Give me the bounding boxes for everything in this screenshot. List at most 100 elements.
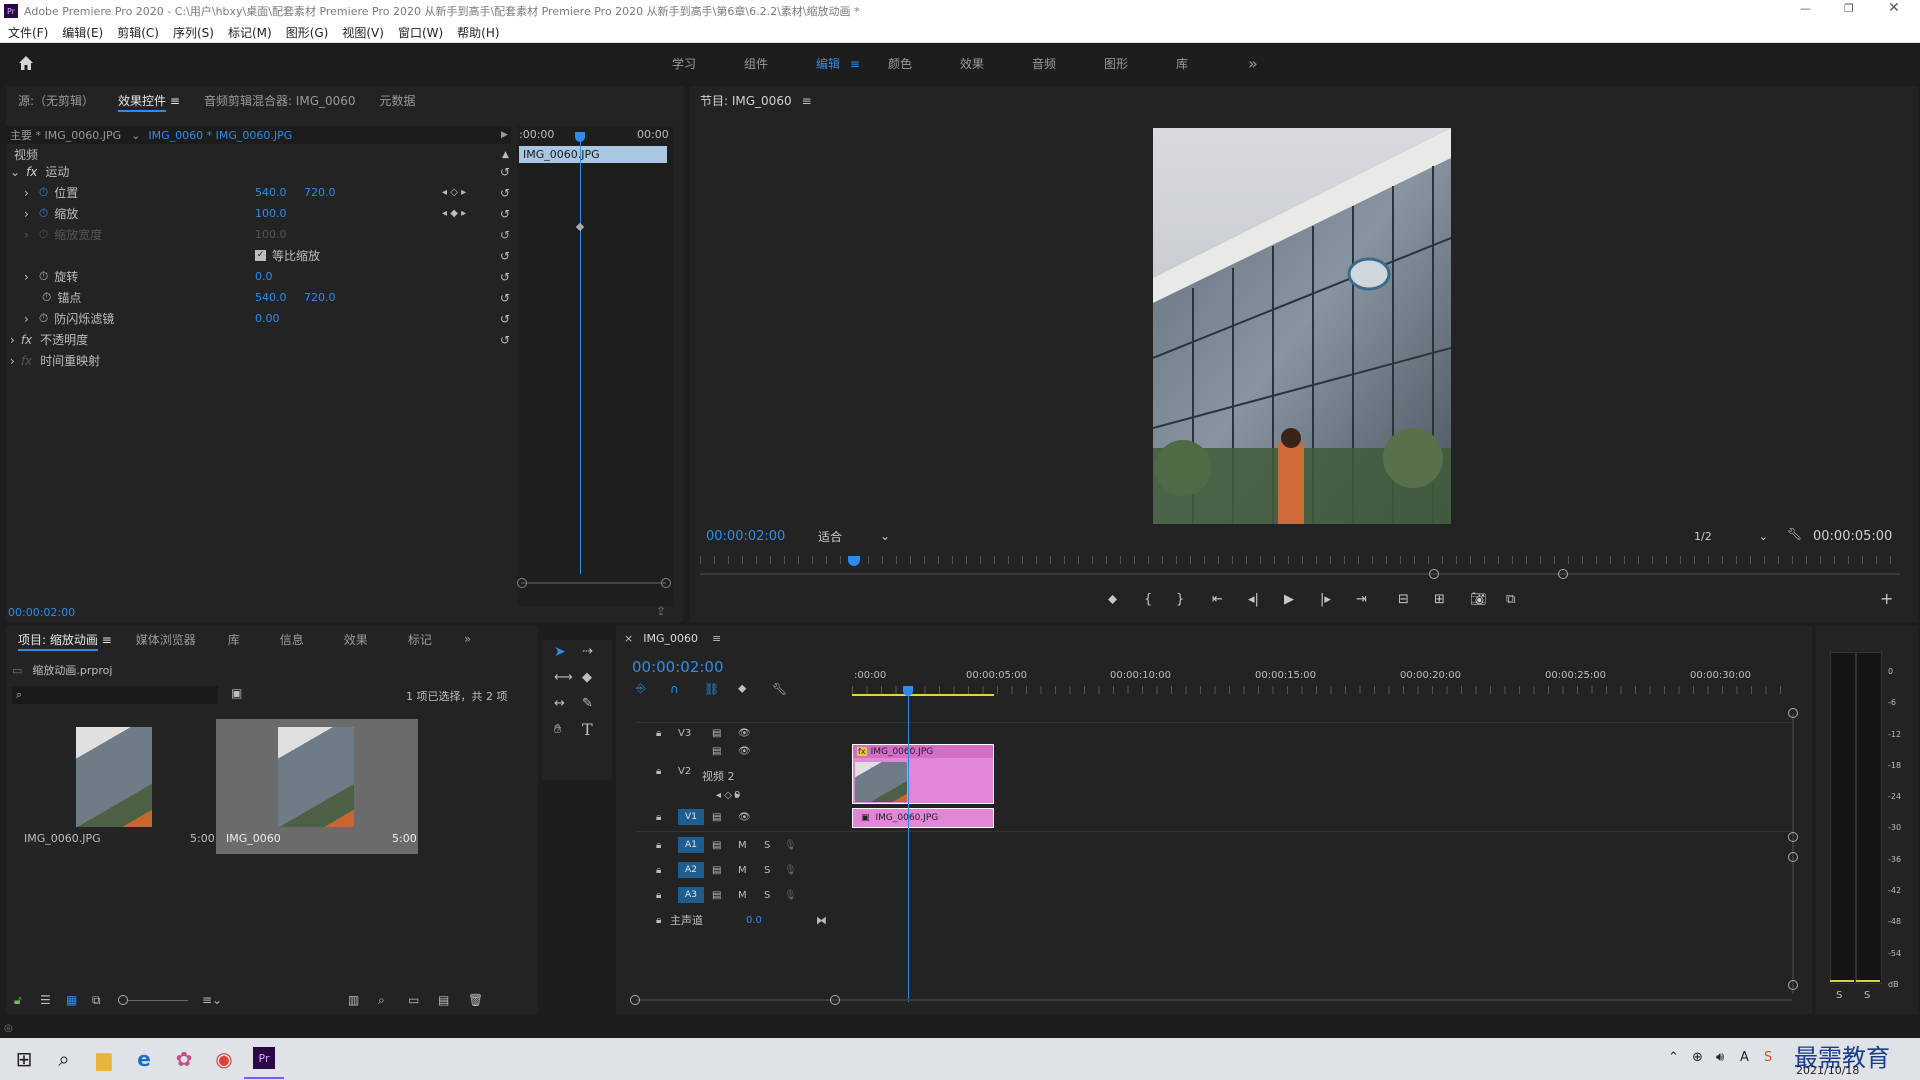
add-marker-icon[interactable]: ⬥ [1108,592,1144,607]
play-icon[interactable]: ▶ [1284,592,1320,607]
button-editor-plus-icon[interactable]: + [1880,589,1893,608]
pen-tool-icon[interactable]: ✎ [582,696,593,711]
workspace-editing[interactable]: 编辑 ≡ [804,55,876,72]
project-item-selected[interactable]: IMG_0060 5:00 [216,719,418,854]
reset-icon[interactable]: ↺ [500,228,510,242]
workspace-effects[interactable]: 效果 [948,55,1020,72]
h-scroll-handle[interactable] [830,995,840,1005]
status-indicator-icon[interactable]: ◎ [4,1023,13,1034]
delete-icon[interactable]: 🗑︎ [468,993,498,1007]
menu-edit[interactable]: 编辑(E) [62,24,103,41]
home-icon[interactable] [16,53,36,73]
mic-icon[interactable]: 🎙︎ [784,890,804,901]
track-target-a3[interactable]: A3 [678,887,704,903]
reset-icon[interactable]: ↺ [500,207,510,221]
windows-start-icon[interactable]: ⊞ [4,1039,44,1079]
tab-project[interactable]: 项目: 缩放动画 ≡ [6,631,124,651]
zoom-scrollbar[interactable] [521,582,666,584]
menu-clip[interactable]: 剪辑(C) [117,24,159,41]
mark-in-icon[interactable]: { [1144,592,1176,607]
v-scroll-handle[interactable] [1788,708,1798,718]
go-to-in-icon[interactable]: ⇤ [1212,592,1248,607]
keyframe-diamond-icon[interactable] [575,222,585,232]
menu-graphics[interactable]: 图形(G) [286,24,329,41]
solo-left-button[interactable]: S [1836,990,1842,1001]
sync-lock-icon[interactable]: ▤ [712,812,738,823]
panel-menu-icon[interactable]: ≡ [102,633,112,647]
panel-menu-icon[interactable]: ≡ [802,94,812,108]
show-hidden-icons-icon[interactable]: ⌃ [1668,1050,1692,1065]
reset-icon[interactable]: ↺ [500,312,510,326]
stopwatch-icon[interactable]: ⏱ [39,269,48,284]
resolution-dropdown[interactable]: 1/2 ⌄ [1688,528,1772,544]
app-icon[interactable]: ✿ [164,1039,204,1079]
file-explorer-icon[interactable]: ▆ [84,1039,124,1079]
icon-view-icon[interactable]: ▦ [66,993,92,1007]
stopwatch-icon[interactable]: ⏱ [39,206,48,221]
premiere-taskbar-icon[interactable]: Pr [244,1039,284,1079]
new-item-icon[interactable]: ▤ [438,993,468,1007]
mark-out-icon[interactable]: } [1176,592,1212,607]
mini-clip-bar[interactable]: IMG_0060.JPG [519,146,667,163]
menu-sequence[interactable]: 序列(S) [173,24,214,41]
fit-dropdown[interactable]: 适合 ⌄ [810,528,894,544]
expand-chevron-icon[interactable]: › [10,354,15,368]
v-scroll-handle[interactable] [1788,980,1798,990]
eye-icon[interactable]: 👁︎ [738,812,758,823]
reset-icon[interactable]: ↺ [500,291,510,305]
panel-menu-icon[interactable]: ≡ [170,94,180,108]
zoom-handle-left[interactable] [1429,569,1439,579]
reset-icon[interactable]: ↺ [500,270,510,284]
tab-info[interactable]: 信息 [260,631,324,648]
program-scrub-ruler[interactable] [700,556,1900,564]
reset-icon[interactable]: ↺ [500,186,510,200]
tab-markers[interactable]: 标记 [388,631,452,648]
lock-icon[interactable]: 🔒︎ [656,840,678,851]
tab-audio-clip-mixer[interactable]: 音频剪辑混合器: IMG_0060 [192,92,368,109]
type-tool-icon[interactable]: T [582,720,593,739]
chevron-down-icon[interactable]: ⌄ [131,129,140,142]
track-target-v1[interactable]: V1 [678,809,704,825]
effect-current-time[interactable]: 00:00:02:00 [8,606,75,619]
lock-icon[interactable]: 🔒︎ [656,728,678,739]
h-scroll-handle[interactable] [630,995,640,1005]
extract-icon[interactable]: ⊞ [1434,592,1470,607]
ripple-edit-tool-icon[interactable]: ⟷ [554,670,573,685]
go-to-out-icon[interactable]: ⇥ [1356,592,1398,607]
more-panels-icon[interactable]: » [452,632,483,646]
expand-chevron-icon[interactable]: › [10,333,15,347]
new-bin-icon[interactable]: ▭ [408,993,438,1007]
search-icon[interactable]: ⌕ [44,1039,84,1079]
time-remap-row[interactable]: › fx 时间重映射 [6,352,516,369]
expand-chevron-icon[interactable]: ⌄ [10,165,20,179]
go-to-end-icon[interactable]: ⧓ [816,914,827,927]
property-value-y[interactable]: 720.0 [304,186,336,199]
property-value-x[interactable]: 540.0 [255,186,287,199]
work-area-bar[interactable] [852,694,994,696]
keyframe-nav-icon[interactable]: ◂ ◇ ▸ [442,187,466,198]
hand-tool-icon[interactable]: ✋︎ [554,722,561,737]
lock-icon[interactable]: 🔒︎ [656,766,678,777]
uniform-scale-checkbox[interactable]: ✓ [255,250,266,261]
tab-effect-controls[interactable]: 效果控件 ≡ [106,92,192,112]
settings-wrench-icon[interactable]: 🔧︎ [1787,527,1802,541]
export-frame-icon[interactable]: ⇪ [656,604,666,618]
add-marker-icon[interactable]: ⬥ [738,681,772,696]
reset-icon[interactable]: ↺ [500,165,510,179]
slip-tool-icon[interactable]: ↔ [554,696,565,711]
lift-icon[interactable]: ⊟ [1398,592,1434,607]
property-value[interactable]: 0.0 [255,270,273,283]
workspace-more-button[interactable]: » [1236,54,1270,73]
zoom-slider[interactable] [118,995,188,1005]
track-label[interactable]: V2 [678,766,691,777]
project-search-input[interactable]: ⌕ [12,686,218,704]
mute-button[interactable]: M [738,840,764,851]
maximize-button[interactable]: ❐ [1844,2,1854,15]
chrome-icon[interactable]: ◉ [204,1039,244,1079]
solo-button[interactable]: S [764,840,784,851]
workspace-graphics[interactable]: 图形 [1092,55,1164,72]
track-select-tool-icon[interactable]: ⇢ [582,644,593,659]
stopwatch-icon[interactable]: ⏱ [42,290,51,305]
snap-magnet-icon[interactable]: ∩ [670,682,704,696]
minimize-button[interactable]: — [1800,2,1811,15]
